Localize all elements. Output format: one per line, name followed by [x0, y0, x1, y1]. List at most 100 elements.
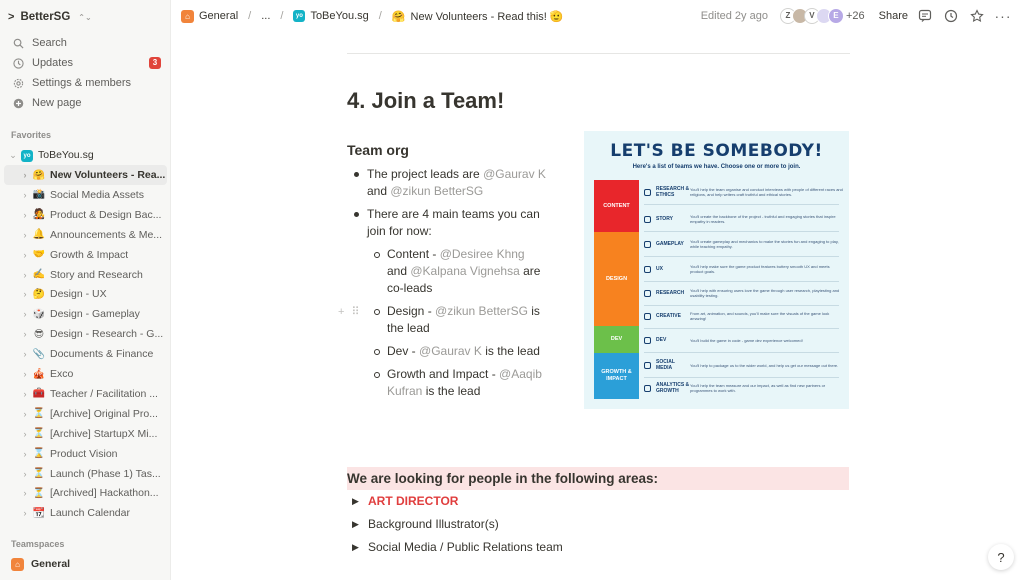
sidebar-page-item[interactable]: › 📎 Documents & Finance	[0, 344, 169, 364]
sidebar-page-item[interactable]: › ✍️ Story and Research	[0, 265, 169, 285]
poster-row-divider	[644, 256, 839, 257]
sidebar-page-label: Announcements & Me...	[50, 228, 163, 241]
chevron-right-icon[interactable]: ›	[20, 409, 30, 419]
history-clock-icon[interactable]	[942, 7, 960, 25]
chevron-right-icon[interactable]: ›	[20, 270, 30, 280]
sidebar-new-page-label: New page	[32, 97, 82, 109]
sidebar-page-item[interactable]: › 🤝 Growth & Impact	[0, 245, 169, 265]
chevron-right-icon[interactable]: ›	[20, 349, 30, 359]
page-emoji-icon: ⏳	[32, 428, 46, 440]
collaborator-avatars[interactable]: Z V E +26	[779, 8, 865, 24]
poster-category: DESIGN	[594, 232, 639, 326]
chevron-right-icon[interactable]: ›	[20, 210, 30, 220]
poster-category: DEV	[594, 326, 639, 353]
sidebar-page-item[interactable]: › 📆 Launch Calendar	[0, 503, 169, 523]
chevron-right-icon[interactable]: ›	[20, 230, 30, 240]
teamspace-general[interactable]: ⌂ General	[0, 554, 169, 574]
chevron-right-icon[interactable]: ›	[20, 170, 30, 180]
page-emoji-icon: 🤗	[32, 169, 46, 181]
mention-zikun[interactable]: @zikun BetterSG	[390, 184, 483, 198]
team-description: You'll help make sure the game product f…	[690, 264, 830, 274]
sidebar-toggle-icon[interactable]: >	[8, 11, 14, 23]
poster-row-divider	[644, 352, 839, 353]
mention-desiree[interactable]: @Desiree Khng	[440, 247, 525, 261]
toggle-background-illustrator[interactable]: ▶ Background Illustrator(s)	[352, 517, 499, 531]
mention-gaurav[interactable]: @Gaurav K	[419, 344, 482, 358]
breadcrumb-tobeyou[interactable]: ToBeYou.sg	[310, 10, 368, 22]
callout-text: We are looking for people in the followi…	[347, 471, 659, 486]
chevron-right-icon[interactable]: ›	[20, 508, 30, 518]
chevron-right-icon[interactable]: ›	[20, 449, 30, 459]
page-emoji-icon: 😎	[33, 328, 45, 340]
chevron-right-icon[interactable]: ›	[20, 250, 30, 260]
sidebar-page-item[interactable]: › 🧑‍🎤 Product & Design Bac...	[0, 205, 169, 225]
text: Dev -	[387, 344, 420, 358]
sidebar-updates[interactable]: Updates 3	[0, 53, 171, 73]
sidebar-page-item[interactable]: › 🤔 Design - UX	[0, 284, 169, 304]
mention-kalpana[interactable]: @Kalpana Vignehsa	[410, 264, 519, 278]
chevron-down-icon[interactable]: ⌄	[8, 150, 18, 161]
breadcrumb-general[interactable]: General	[199, 10, 238, 22]
team-name: RESEARCH	[656, 290, 685, 296]
plus-circle-icon	[12, 97, 24, 109]
chevron-right-icon[interactable]: ›	[20, 369, 30, 379]
team-icon	[644, 336, 651, 344]
team-description: You'll build the game in code - game dev…	[690, 337, 803, 343]
text: Growth and Impact -	[387, 367, 500, 381]
chevron-right-icon[interactable]: ›	[20, 309, 30, 319]
mention-zikun[interactable]: @zikun BetterSG	[435, 304, 528, 318]
chevron-right-icon[interactable]: ›	[20, 329, 30, 339]
chevron-right-icon[interactable]: ›	[20, 488, 30, 498]
sidebar-page-item[interactable]: › ⏳ [Archive] StartupX Mi...	[0, 424, 169, 444]
sidebar-page-item[interactable]: › 😎 Design - Research - G...	[0, 324, 169, 344]
sidebar-page-item[interactable]: › 📸 Social Media Assets	[0, 185, 169, 205]
toggle-triangle-icon[interactable]: ▶	[352, 542, 360, 553]
share-button[interactable]: Share	[879, 10, 908, 22]
sidebar: > BetterSG ⌃⌄ Search Updates 3 Settings …	[0, 0, 171, 580]
chevron-right-icon[interactable]: ›	[20, 190, 30, 200]
sidebar-page-item[interactable]: › 🤗 New Volunteers - Rea...	[4, 165, 167, 185]
page-emoji-icon: ⏳	[32, 487, 46, 499]
chevron-right-icon[interactable]: ›	[20, 429, 30, 439]
sidebar-page-item[interactable]: › ⏳ [Archive] Original Pro...	[0, 404, 169, 424]
star-icon[interactable]	[968, 7, 986, 25]
sidebar-page-item[interactable]: › 🔔 Announcements & Me...	[0, 225, 169, 245]
poster-row-divider	[644, 305, 839, 306]
sidebar-page-item[interactable]: › ⏳ [Archived] Hackathon...	[0, 483, 169, 503]
toggle-triangle-icon[interactable]: ▶	[352, 519, 360, 530]
sidebar-settings[interactable]: Settings & members	[0, 73, 171, 93]
favorite-tobeyou[interactable]: ⌄ yo ToBeYou.sg	[0, 145, 169, 165]
page-emoji-icon: 🧰	[32, 388, 46, 400]
comment-icon[interactable]	[916, 7, 934, 25]
toggle-triangle-icon[interactable]: ▶	[352, 496, 360, 507]
poster-team-row: STORY You'll create the backbone of the p…	[644, 210, 844, 228]
sidebar-search-label: Search	[32, 37, 67, 49]
breadcrumb-separator: /	[280, 10, 284, 22]
page-emoji-icon: ✍️	[32, 269, 46, 280]
more-options-icon[interactable]: ···	[994, 7, 1012, 25]
sidebar-page-item[interactable]: › ⏳ Launch (Phase 1) Tas...	[0, 464, 169, 484]
block-drag-handle-icon[interactable]: + ⠿	[338, 305, 362, 318]
chevron-right-icon[interactable]: ›	[20, 389, 30, 399]
sidebar-search[interactable]: Search	[0, 33, 171, 53]
team-icon	[644, 188, 651, 196]
sidebar-page-item[interactable]: › ⌛ Product Vision	[0, 444, 169, 464]
team-name: SOCIAL MEDIA	[656, 359, 675, 371]
breadcrumb-ellipsis[interactable]: ...	[261, 10, 270, 22]
breadcrumb-current-page[interactable]: New Volunteers - Read this! 🫡	[411, 10, 564, 23]
workspace-switcher[interactable]: > BetterSG ⌃⌄	[8, 6, 92, 28]
sidebar-new-page[interactable]: New page	[0, 93, 171, 113]
sidebar-page-label: Teacher / Facilitation ...	[50, 387, 158, 400]
clock-icon	[12, 57, 24, 69]
breadcrumb-separator: /	[248, 10, 252, 22]
chevron-right-icon[interactable]: ›	[20, 289, 30, 299]
chevron-right-icon[interactable]: ›	[20, 469, 30, 479]
toggle-art-director[interactable]: ▶ ART DIRECTOR	[352, 494, 458, 508]
sidebar-page-item[interactable]: › 🧰 Teacher / Facilitation ...	[0, 384, 169, 404]
mention-gaurav[interactable]: @Gaurav K	[483, 167, 546, 181]
help-button[interactable]: ?	[988, 544, 1014, 570]
sidebar-page-label: Documents & Finance	[50, 348, 154, 361]
toggle-social-media-pr[interactable]: ▶ Social Media / Public Relations team	[352, 540, 563, 554]
sidebar-page-item[interactable]: › 🎲 Design - Gameplay	[0, 304, 169, 324]
sidebar-page-item[interactable]: › 🎪 Exco	[0, 364, 169, 384]
